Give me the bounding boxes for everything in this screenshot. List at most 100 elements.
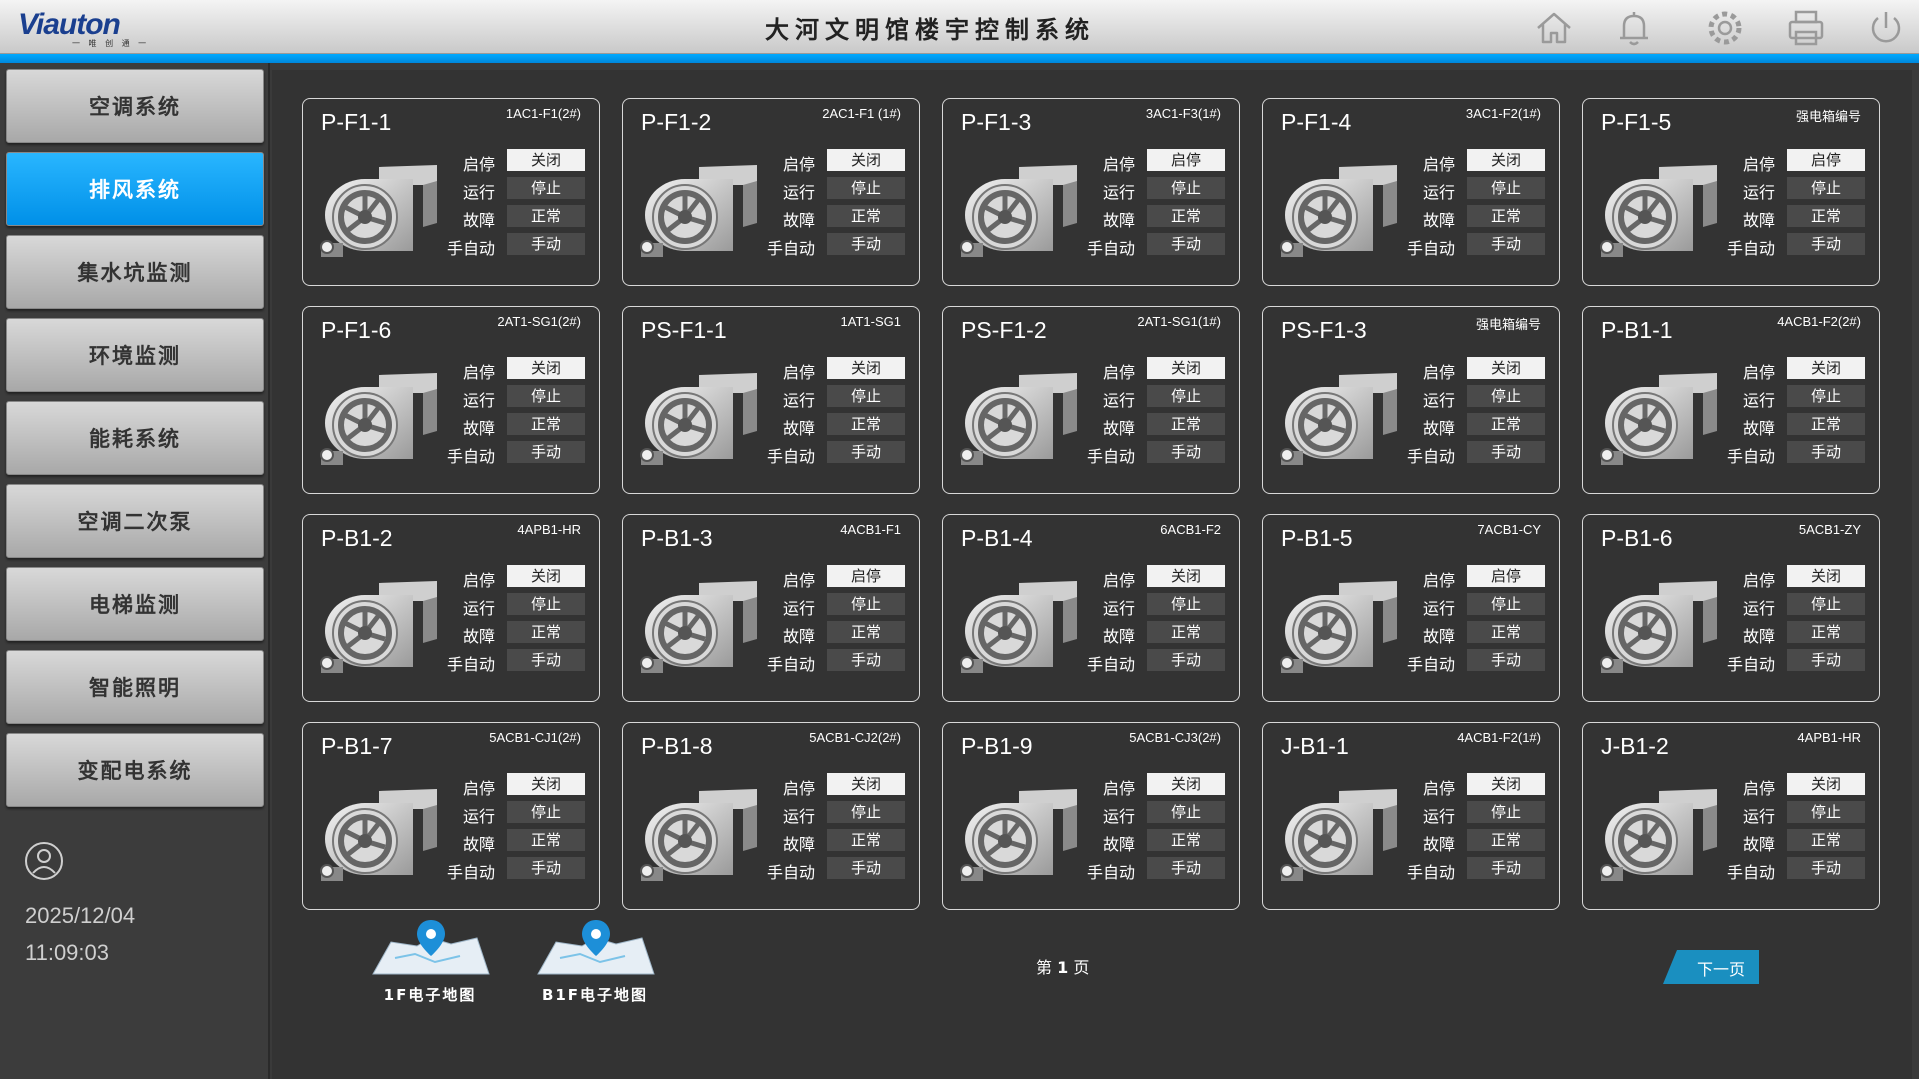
running-value: 停止 <box>827 385 905 407</box>
running-label: 运行 <box>1102 599 1135 618</box>
start-stop-value[interactable]: 关闭 <box>507 357 585 379</box>
running-value: 停止 <box>507 593 585 615</box>
device-card[interactable]: P-F1-1 1AC1-F1(2#) 启停 关闭 运行 停止 故障 正常 手自动… <box>302 98 600 286</box>
running-label: 运行 <box>1422 807 1455 826</box>
mode-label: 手自动 <box>1086 239 1135 258</box>
device-card[interactable]: P-B1-1 4ACB1-F2(2#) 启停 关闭 运行 停止 故障 正常 手自… <box>1582 306 1880 494</box>
device-card[interactable]: P-F1-2 2AC1-F1 (1#) 启停 关闭 运行 停止 故障 正常 手自… <box>622 98 920 286</box>
sidebar-item-lighting[interactable]: 智能照明 <box>6 650 264 724</box>
sidebar-item-energy[interactable]: 能耗系统 <box>6 401 264 475</box>
mode-row: 手自动 手动 <box>1403 233 1553 258</box>
start-stop-value[interactable]: 关闭 <box>1467 357 1545 379</box>
running-label: 运行 <box>782 807 815 826</box>
running-label: 运行 <box>1102 807 1135 826</box>
device-card[interactable]: P-F1-4 3AC1-F2(1#) 启停 关闭 运行 停止 故障 正常 手自动… <box>1262 98 1560 286</box>
fault-label: 故障 <box>1742 211 1775 230</box>
start-stop-value[interactable]: 关闭 <box>827 773 905 795</box>
fault-value: 正常 <box>1787 621 1865 643</box>
device-name: P-B1-6 <box>1601 525 1673 551</box>
start-stop-value[interactable]: 启停 <box>827 565 905 587</box>
sidebar-item-hvac[interactable]: 空调系统 <box>6 69 264 143</box>
start-stop-value[interactable]: 关闭 <box>1147 565 1225 587</box>
start-stop-value[interactable]: 启停 <box>1467 565 1545 587</box>
fan-icon <box>313 775 443 885</box>
home-icon[interactable] <box>1532 6 1576 50</box>
fan-icon <box>1593 775 1723 885</box>
device-card[interactable]: P-B1-5 7ACB1-CY 启停 启停 运行 停止 故障 正常 手自动 手动 <box>1262 514 1560 702</box>
device-card[interactable]: P-B1-8 5ACB1-CJ2(2#) 启停 关闭 运行 停止 故障 正常 手… <box>622 722 920 910</box>
start-stop-label: 启停 <box>462 363 495 382</box>
mode-row: 手自动 手动 <box>763 857 913 882</box>
running-row: 运行 停止 <box>1083 385 1233 410</box>
start-stop-label: 启停 <box>462 571 495 590</box>
fan-icon <box>953 567 1083 677</box>
start-stop-label: 启停 <box>1742 779 1775 798</box>
start-stop-label: 启停 <box>782 571 815 590</box>
device-card[interactable]: J-B1-1 4ACB1-F2(1#) 启停 关闭 运行 停止 故障 正常 手自… <box>1262 722 1560 910</box>
sidebar-item-sump-pit[interactable]: 集水坑监测 <box>6 235 264 309</box>
device-code: 7ACB1-CY <box>1477 522 1541 537</box>
start-stop-value[interactable]: 关闭 <box>1467 773 1545 795</box>
sidebar-item-elevator[interactable]: 电梯监测 <box>6 567 264 641</box>
device-name: P-F1-2 <box>641 109 712 135</box>
start-stop-value[interactable]: 关闭 <box>1787 357 1865 379</box>
start-stop-value[interactable]: 关闭 <box>1787 565 1865 587</box>
fan-icon <box>1593 359 1723 469</box>
device-card[interactable]: P-B1-9 5ACB1-CJ3(2#) 启停 关闭 运行 停止 故障 正常 手… <box>942 722 1240 910</box>
device-card[interactable]: J-B1-2 4APB1-HR 启停 关闭 运行 停止 故障 正常 手自动 手动 <box>1582 722 1880 910</box>
device-card[interactable]: P-F1-3 3AC1-F3(1#) 启停 启停 运行 停止 故障 正常 手自动… <box>942 98 1240 286</box>
device-card[interactable]: P-B1-4 6ACB1-F2 启停 关闭 运行 停止 故障 正常 手自动 手动 <box>942 514 1240 702</box>
start-stop-value[interactable]: 启停 <box>1147 149 1225 171</box>
map-1f-button[interactable]: 1F电子地图 <box>365 918 495 1008</box>
sidebar-item-exhaust[interactable]: 排风系统 <box>6 152 264 226</box>
start-stop-value[interactable]: 启停 <box>1787 149 1865 171</box>
running-label: 运行 <box>1742 599 1775 618</box>
start-stop-row: 启停 关闭 <box>443 565 593 590</box>
next-page-button[interactable]: 下一页 <box>1663 950 1759 984</box>
running-label: 运行 <box>1742 183 1775 202</box>
start-stop-value[interactable]: 关闭 <box>827 149 905 171</box>
start-stop-value[interactable]: 关闭 <box>1467 149 1545 171</box>
start-stop-value[interactable]: 关闭 <box>1787 773 1865 795</box>
start-stop-value[interactable]: 关闭 <box>507 149 585 171</box>
fan-icon <box>1273 359 1403 469</box>
device-code: 4APB1-HR <box>1797 730 1861 745</box>
mode-label: 手自动 <box>1086 447 1135 466</box>
device-card[interactable]: PS-F1-3 强电箱编号 启停 关闭 运行 停止 故障 正常 手自动 手动 <box>1262 306 1560 494</box>
fault-label: 故障 <box>1422 627 1455 646</box>
device-card[interactable]: PS-F1-1 1AT1-SG1 启停 关闭 运行 停止 故障 正常 手自动 手… <box>622 306 920 494</box>
fan-icon <box>633 567 763 677</box>
device-card[interactable]: P-B1-6 5ACB1-ZY 启停 关闭 运行 停止 故障 正常 手自动 手动 <box>1582 514 1880 702</box>
device-card[interactable]: PS-F1-2 2AT1-SG1(1#) 启停 关闭 运行 停止 故障 正常 手… <box>942 306 1240 494</box>
map-b1f-button[interactable]: B1F电子地图 <box>530 918 660 1008</box>
start-stop-value[interactable]: 关闭 <box>1147 773 1225 795</box>
fan-icon <box>1273 151 1403 261</box>
start-stop-label: 启停 <box>782 155 815 174</box>
sidebar-item-environment[interactable]: 环境监测 <box>6 318 264 392</box>
printer-icon[interactable] <box>1784 6 1828 50</box>
device-card[interactable]: P-F1-6 2AT1-SG1(2#) 启停 关闭 运行 停止 故障 正常 手自… <box>302 306 600 494</box>
bell-icon[interactable] <box>1612 6 1656 50</box>
start-stop-value[interactable]: 关闭 <box>507 565 585 587</box>
power-icon[interactable] <box>1864 6 1908 50</box>
mode-value: 手动 <box>1147 441 1225 463</box>
mode-row: 手自动 手动 <box>1723 649 1873 674</box>
start-stop-value[interactable]: 关闭 <box>827 357 905 379</box>
start-stop-row: 启停 关闭 <box>763 357 913 382</box>
user-icon[interactable] <box>24 841 64 881</box>
start-stop-value[interactable]: 关闭 <box>507 773 585 795</box>
fault-value: 正常 <box>507 621 585 643</box>
gear-icon[interactable] <box>1703 6 1747 50</box>
device-card[interactable]: P-B1-7 5ACB1-CJ1(2#) 启停 关闭 运行 停止 故障 正常 手… <box>302 722 600 910</box>
mode-row: 手自动 手动 <box>443 233 593 258</box>
mode-label: 手自动 <box>766 655 815 674</box>
device-card[interactable]: P-F1-5 强电箱编号 启停 启停 运行 停止 故障 正常 手自动 手动 <box>1582 98 1880 286</box>
mode-row: 手自动 手动 <box>1083 857 1233 882</box>
device-card[interactable]: P-B1-3 4ACB1-F1 启停 启停 运行 停止 故障 正常 手自动 手动 <box>622 514 920 702</box>
map-b1f-label: B1F电子地图 <box>541 986 649 1004</box>
sidebar-item-secondary-pump[interactable]: 空调二次泵 <box>6 484 264 558</box>
running-label: 运行 <box>1422 391 1455 410</box>
sidebar-item-power-distribution[interactable]: 变配电系统 <box>6 733 264 807</box>
device-card[interactable]: P-B1-2 4APB1-HR 启停 关闭 运行 停止 故障 正常 手自动 手动 <box>302 514 600 702</box>
start-stop-value[interactable]: 关闭 <box>1147 357 1225 379</box>
